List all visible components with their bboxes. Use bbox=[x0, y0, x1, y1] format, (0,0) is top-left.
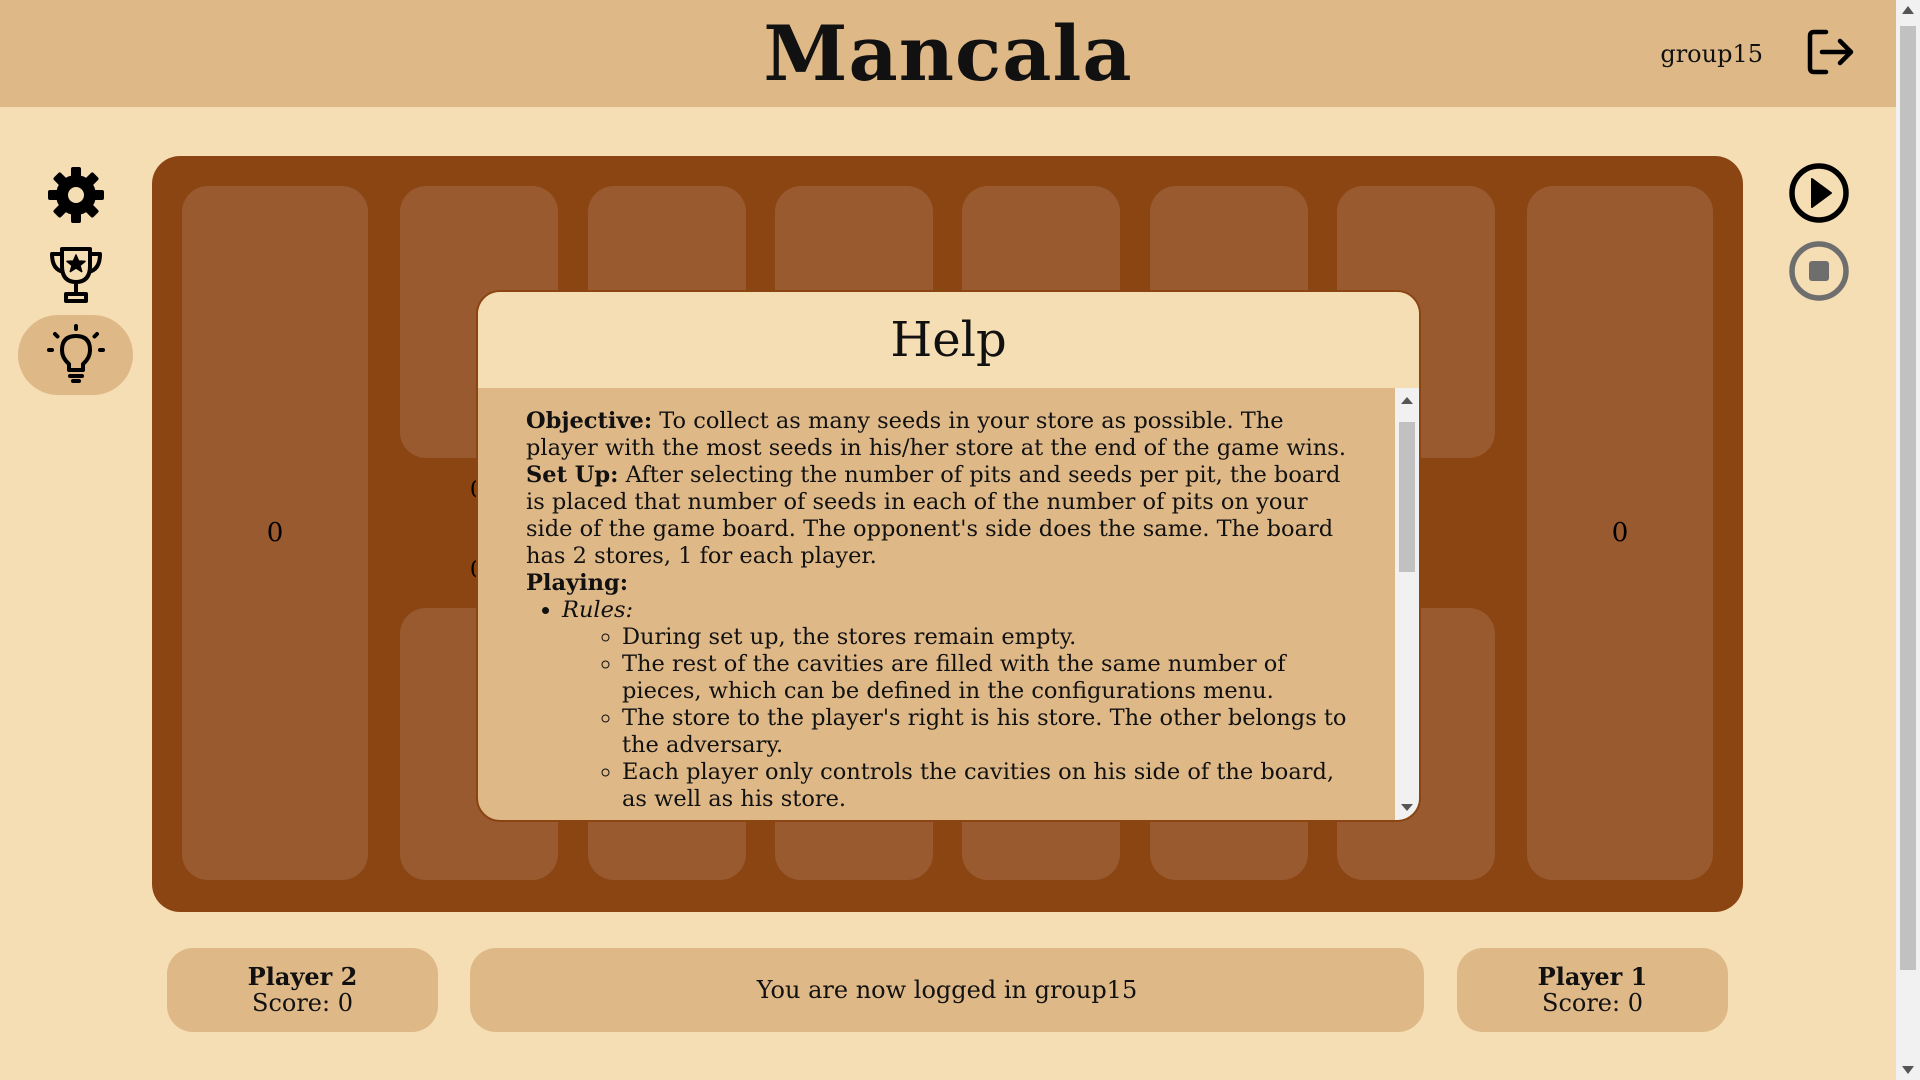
player2-panel: Player 2 Score: 0 bbox=[167, 948, 438, 1032]
logout-button[interactable] bbox=[1804, 26, 1856, 78]
status-message: You are now logged in group15 bbox=[756, 975, 1138, 1004]
ranking-button[interactable] bbox=[18, 235, 133, 315]
help-title: Help bbox=[890, 312, 1007, 368]
list-item: Each player only controls the cavities o… bbox=[622, 759, 1347, 813]
header-bar: Mancala group15 bbox=[0, 0, 1896, 107]
scroll-down-arrow[interactable] bbox=[1902, 1066, 1914, 1074]
scroll-up-arrow[interactable] bbox=[1902, 6, 1914, 14]
help-dialog: Help Objective: To collect as many seeds… bbox=[476, 290, 1421, 822]
help-dialog-header: Help bbox=[478, 292, 1419, 388]
objective-label: Objective: bbox=[526, 408, 653, 434]
scroll-up-arrow[interactable] bbox=[1401, 397, 1413, 404]
settings-button[interactable] bbox=[18, 155, 133, 235]
list-item: During set up, the stores remain empty. bbox=[622, 624, 1347, 651]
left-store: 0 bbox=[182, 186, 368, 880]
lightbulb-icon bbox=[46, 324, 105, 383]
playing-paragraph: Playing: bbox=[526, 570, 1347, 597]
stop-button[interactable] bbox=[1788, 240, 1850, 302]
playing-list: Rules: During set up, the stores remain … bbox=[526, 597, 1347, 813]
setup-paragraph: Set Up: After selecting the number of pi… bbox=[526, 462, 1347, 570]
right-store: 0 bbox=[1527, 186, 1713, 880]
player1-panel: Player 1 Score: 0 bbox=[1457, 948, 1728, 1032]
rules-item: Rules: During set up, the stores remain … bbox=[562, 597, 1347, 813]
playing-label: Playing: bbox=[526, 570, 629, 596]
rules-list: During set up, the stores remain empty. … bbox=[562, 624, 1347, 813]
stop-icon bbox=[1789, 241, 1849, 301]
list-item: The store to the player's right is his s… bbox=[622, 705, 1347, 759]
player2-score: Score: 0 bbox=[252, 989, 353, 1017]
gear-icon bbox=[47, 167, 104, 223]
right-toolbar bbox=[1788, 162, 1850, 318]
player1-name: Player 1 bbox=[1537, 962, 1648, 991]
username-label: group15 bbox=[1660, 40, 1763, 68]
scrollbar-thumb[interactable] bbox=[1399, 422, 1415, 572]
help-scrollbar[interactable] bbox=[1395, 388, 1419, 820]
setup-text: After selecting the number of pits and s… bbox=[526, 462, 1341, 569]
page-scrollbar[interactable] bbox=[1896, 0, 1920, 1080]
left-store-count: 0 bbox=[266, 518, 284, 548]
list-item: The rest of the cavities are filled with… bbox=[622, 651, 1347, 705]
app-title: Mancala bbox=[763, 8, 1133, 98]
player2-name: Player 2 bbox=[247, 962, 358, 991]
logout-icon bbox=[1807, 29, 1854, 75]
help-content[interactable]: Objective: To collect as many seeds in y… bbox=[478, 388, 1395, 820]
play-button[interactable] bbox=[1788, 162, 1850, 224]
left-toolbar bbox=[18, 155, 133, 395]
scroll-down-arrow[interactable] bbox=[1401, 804, 1413, 811]
status-message-panel: You are now logged in group15 bbox=[470, 948, 1424, 1032]
rules-label: Rules: bbox=[562, 597, 634, 623]
objective-paragraph: Objective: To collect as many seeds in y… bbox=[526, 408, 1347, 462]
help-button[interactable] bbox=[18, 315, 133, 395]
right-store-count: 0 bbox=[1611, 518, 1629, 548]
trophy-icon bbox=[49, 247, 102, 303]
setup-label: Set Up: bbox=[526, 462, 619, 488]
scrollbar-thumb[interactable] bbox=[1900, 26, 1916, 970]
player1-score: Score: 0 bbox=[1542, 989, 1643, 1017]
play-icon bbox=[1789, 163, 1849, 223]
